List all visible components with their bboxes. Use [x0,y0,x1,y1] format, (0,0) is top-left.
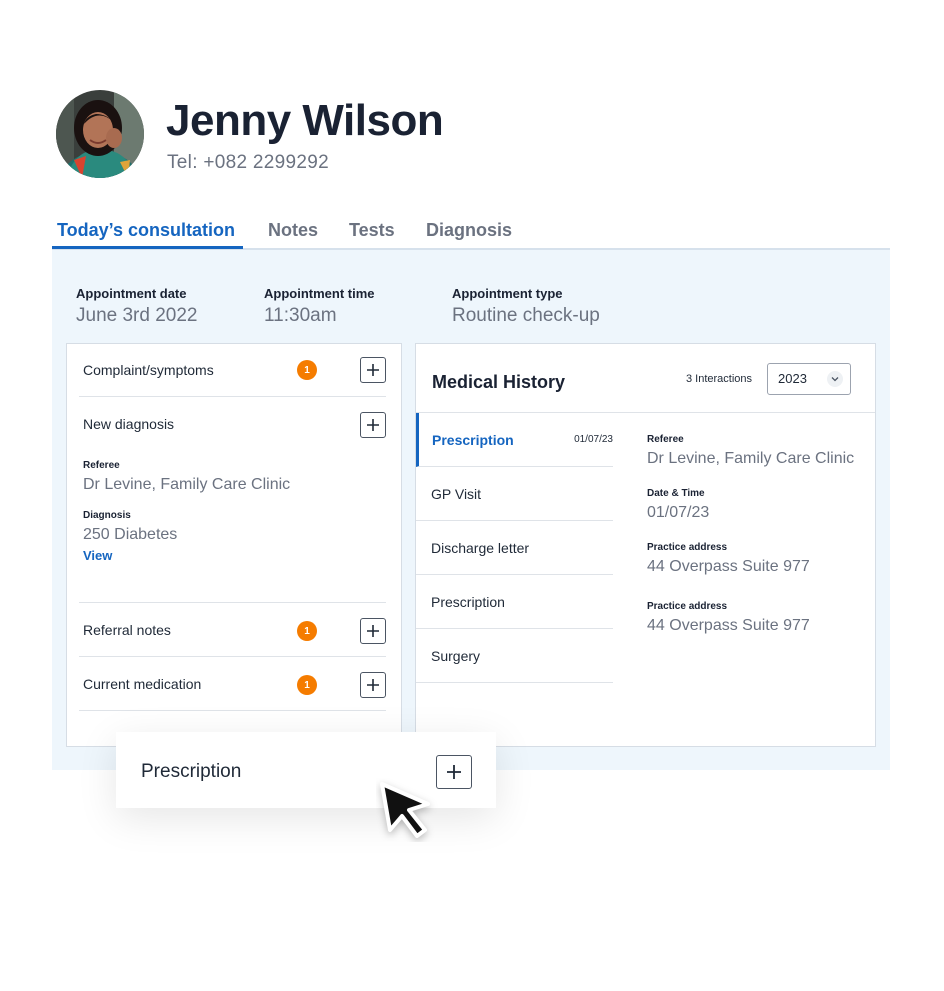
appointment-time-label: Appointment time [264,286,375,301]
tab-diagnosis[interactable]: Diagnosis [426,220,512,241]
plus-icon [367,364,379,376]
history-item-label: Surgery [431,648,481,664]
history-item-prescription[interactable]: Prescription 01/07/23 [416,413,613,467]
floating-prescription-label: Prescription [141,761,242,782]
history-item-gp-visit[interactable]: GP Visit [416,467,613,521]
tab-notes[interactable]: Notes [268,220,318,241]
medical-history-title: Medical History [432,372,566,392]
tab-todays-consultation[interactable]: Today’s consultation [57,220,235,241]
add-prescription-button[interactable] [436,755,472,789]
current-medication-row: Current medication 1 [79,657,386,711]
history-item-label: Discharge letter [431,540,530,556]
chevron-down-icon [827,371,843,387]
history-item-discharge-letter[interactable]: Discharge letter [416,521,613,575]
history-item-date: 01/07/23 [574,434,613,445]
referral-notes-label: Referral notes [83,622,171,638]
add-medication-button[interactable] [360,672,386,698]
year-select-value: 2023 [778,371,807,386]
new-diagnosis-label: New diagnosis [83,416,175,432]
complaint-label: Complaint/symptoms [83,362,214,378]
appointment-time-value: 11:30am [264,305,337,326]
year-select[interactable]: 2023 [767,363,851,395]
appointment-type-label: Appointment type [452,286,563,301]
referee-label: Referee [83,460,120,471]
floating-prescription-card: Prescription [116,732,496,808]
diagnosis-value: 250 Diabetes [83,526,178,543]
plus-icon [367,419,379,431]
mouse-pointer-icon [380,782,430,838]
tab-bar: Today’s consultation Notes Tests Diagnos… [52,214,890,250]
medical-history-card: Medical History 3 Interactions 2023 Pres… [415,343,876,747]
avatar [56,90,144,178]
detail-address-value: 44 Overpass Suite 977 [647,558,810,575]
detail-address-label: Practice address [647,542,728,553]
appointment-type-value: Routine check-up [452,305,600,326]
add-diagnosis-button[interactable] [360,412,386,438]
patient-phone: Tel: +082 2299292 [167,152,329,173]
add-referral-note-button[interactable] [360,618,386,644]
history-item-label: Prescription [432,432,514,448]
active-tab-indicator [52,246,243,249]
history-item-label: GP Visit [431,486,482,502]
current-medication-count-badge: 1 [297,675,317,695]
new-diagnosis-section: New diagnosis Referee Dr Levine, Family … [79,397,386,603]
diagnosis-label: Diagnosis [83,510,131,521]
history-item-surgery[interactable]: Surgery [416,629,613,683]
patient-name: Jenny Wilson [166,96,444,145]
detail-datetime-value: 01/07/23 [647,504,710,521]
plus-icon [447,765,461,779]
detail-referee-label: Referee [647,434,684,445]
detail-address-value-2: 44 Overpass Suite 977 [647,617,810,634]
history-item-label: Prescription [431,594,505,610]
detail-address-label-2: Practice address [647,601,728,612]
appointment-date-label: Appointment date [76,286,187,301]
referral-notes-row: Referral notes 1 [79,603,386,657]
referral-notes-count-badge: 1 [297,621,317,641]
view-diagnosis-link[interactable]: View [83,548,112,563]
plus-icon [367,679,379,691]
history-item-prescription-2[interactable]: Prescription [416,575,613,629]
interactions-count: 3 Interactions [686,373,753,385]
complaint-row: Complaint/symptoms 1 [79,344,386,397]
complaint-count-badge: 1 [297,360,317,380]
add-complaint-button[interactable] [360,357,386,383]
referee-value: Dr Levine, Family Care Clinic [83,476,291,493]
detail-datetime-label: Date & Time [647,488,705,499]
plus-icon [367,625,379,637]
current-medication-label: Current medication [83,676,202,692]
detail-referee-value: Dr Levine, Family Care Clinic [647,450,855,467]
consultation-sections-card: Complaint/symptoms 1 New diagnosis Refer… [66,343,402,747]
tab-tests[interactable]: Tests [349,220,395,241]
appointment-date-value: June 3rd 2022 [76,305,198,326]
